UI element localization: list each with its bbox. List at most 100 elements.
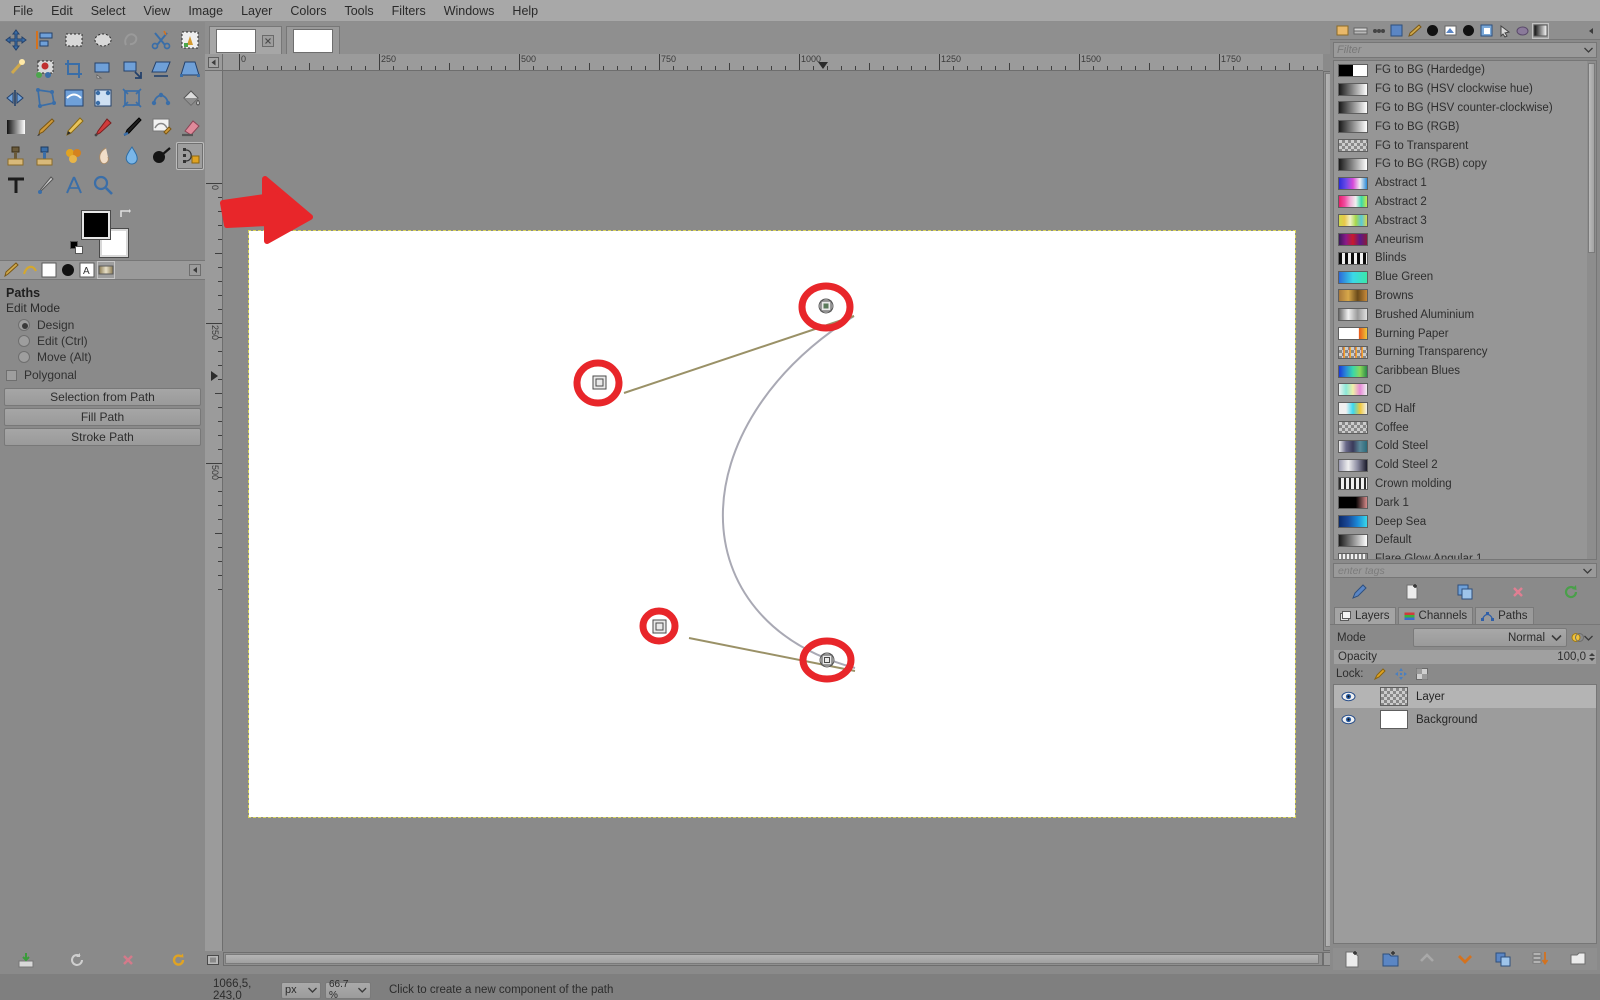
stroke-path-button[interactable]: Stroke Path: [4, 428, 201, 446]
menu-item-view[interactable]: View: [134, 2, 179, 20]
gradient-list-item[interactable]: Default: [1334, 531, 1596, 550]
color-picker-tool[interactable]: [31, 171, 59, 199]
layer-visibility-toggle[interactable]: [1338, 712, 1358, 728]
new-layer-group-icon[interactable]: [1380, 950, 1400, 968]
bucket-fill-tool[interactable]: [176, 84, 204, 112]
gradients-tab[interactable]: [1532, 22, 1549, 39]
vertical-ruler[interactable]: 0 250 500: [205, 71, 223, 951]
gradient-indicator[interactable]: [97, 261, 115, 279]
edit-mode-move[interactable]: Move (Alt): [0, 349, 205, 365]
gradient-list-scrollbar[interactable]: [1587, 61, 1596, 559]
opacity-spinner[interactable]: [1588, 650, 1596, 664]
canvas-page[interactable]: [248, 230, 1296, 818]
opacity-row[interactable]: Opacity 100,0: [1333, 649, 1597, 665]
gradient-list-item[interactable]: Crown molding: [1334, 475, 1596, 494]
gradient-list-item[interactable]: Brushed Aluminium: [1334, 305, 1596, 324]
clone-tool[interactable]: [2, 142, 30, 170]
brushes-tab[interactable]: [1334, 23, 1351, 39]
fonts-tab[interactable]: [1460, 23, 1477, 39]
mode-dropdown[interactable]: Normal: [1413, 628, 1567, 647]
rotate-tool[interactable]: [89, 55, 117, 83]
gradient-list[interactable]: FG to BG (Hardedge) FG to BG (HSV clockwi…: [1333, 60, 1597, 560]
image-tab-1[interactable]: [209, 26, 282, 54]
gradient-list-item[interactable]: Caribbean Blues: [1334, 362, 1596, 381]
selection-from-path-button[interactable]: Selection from Path: [4, 388, 201, 406]
layer-mode-extras[interactable]: [1567, 631, 1597, 644]
delete-gradient-icon[interactable]: [1509, 583, 1527, 601]
font-indicator[interactable]: A: [78, 261, 96, 279]
gradient-list-item[interactable]: Cold Steel: [1334, 437, 1596, 456]
save-tool-preset-icon[interactable]: [17, 951, 35, 969]
menu-item-layer[interactable]: Layer: [232, 2, 281, 20]
heal-tool[interactable]: [31, 142, 59, 170]
flip-tool[interactable]: [2, 84, 30, 112]
duplicate-layer-icon[interactable]: [1493, 950, 1513, 968]
pencil-tool[interactable]: [60, 113, 88, 141]
canvas-viewport[interactable]: [223, 71, 1323, 951]
tool-presets-tab[interactable]: [1442, 23, 1459, 39]
pattern-indicator[interactable]: [40, 261, 58, 279]
pointer-tab[interactable]: [1496, 23, 1513, 39]
layer-visibility-toggle[interactable]: [1338, 689, 1358, 705]
eraser-tool[interactable]: [176, 113, 204, 141]
indicator-menu-icon[interactable]: [189, 264, 201, 276]
brush-indicator[interactable]: [2, 261, 20, 279]
refresh-gradients-icon[interactable]: [1562, 583, 1580, 601]
alignment-tool[interactable]: [31, 26, 59, 54]
palette-indicator[interactable]: [59, 261, 77, 279]
move-tool[interactable]: [2, 26, 30, 54]
ink-tool[interactable]: [118, 113, 146, 141]
paintbrush-tool[interactable]: [31, 113, 59, 141]
gradient-list-item[interactable]: Dark 1: [1334, 493, 1596, 512]
anchor-layer-icon[interactable]: [1530, 950, 1550, 968]
buffers-tab[interactable]: [1478, 23, 1495, 39]
gradient-list-item[interactable]: Abstract 3: [1334, 211, 1596, 230]
gradient-list-item[interactable]: FG to BG (Hardedge): [1334, 61, 1596, 80]
unified-transform-tool[interactable]: [118, 84, 146, 112]
rectangle-select-tool[interactable]: [60, 26, 88, 54]
menu-item-filters[interactable]: Filters: [383, 2, 435, 20]
gradient-filter-bar[interactable]: Filter: [1333, 42, 1597, 58]
tag-input[interactable]: enter tags: [1338, 565, 1583, 577]
paint-dynamics-tab[interactable]: [1406, 23, 1423, 39]
delete-tool-preset-icon[interactable]: [119, 951, 137, 969]
handle-transform-tool[interactable]: [89, 84, 117, 112]
gradient-list-item[interactable]: Blue Green: [1334, 268, 1596, 287]
menu-item-windows[interactable]: Windows: [435, 2, 504, 20]
foreground-background-colors[interactable]: [70, 209, 131, 257]
scissors-select-tool[interactable]: [147, 26, 175, 54]
edit-mode-design[interactable]: Design: [0, 317, 205, 333]
menu-item-tools[interactable]: Tools: [335, 2, 382, 20]
gradient-list-item[interactable]: Burning Paper: [1334, 324, 1596, 343]
menu-item-image[interactable]: Image: [179, 2, 232, 20]
fuzzy-select-tool[interactable]: [2, 55, 30, 83]
quick-mask-toggle[interactable]: [205, 952, 221, 968]
radio-move-icon[interactable]: [18, 351, 30, 363]
n-point-deformation-tool[interactable]: [147, 84, 175, 112]
measure-tool[interactable]: [60, 171, 88, 199]
restore-tool-preset-icon[interactable]: [68, 951, 86, 969]
gradient-list-item[interactable]: Browns: [1334, 287, 1596, 306]
new-layer-icon[interactable]: [1342, 950, 1362, 968]
gradient-list-item[interactable]: Flare Glow Angular 1: [1334, 550, 1596, 559]
edit-gradient-icon[interactable]: [1350, 583, 1368, 601]
menu-item-colors[interactable]: Colors: [281, 2, 335, 20]
gradient-list-item[interactable]: Abstract 2: [1334, 193, 1596, 212]
ruler-corner-button[interactable]: [205, 54, 223, 71]
layer-row[interactable]: Background: [1334, 708, 1596, 731]
fill-path-button[interactable]: Fill Path: [4, 408, 201, 426]
warp-transform-tool[interactable]: [60, 84, 88, 112]
shear-tool[interactable]: [147, 55, 175, 83]
lock-position-icon[interactable]: [1393, 666, 1409, 682]
layer-row[interactable]: Layer: [1334, 685, 1596, 708]
gradient-list-item[interactable]: Abstract 1: [1334, 174, 1596, 193]
perspective-clone-tool[interactable]: [60, 142, 88, 170]
gradient-list-item[interactable]: FG to BG (RGB) copy: [1334, 155, 1596, 174]
new-gradient-icon[interactable]: [1403, 583, 1421, 601]
gradient-tag-bar[interactable]: enter tags: [1333, 563, 1597, 578]
perspective-tool[interactable]: [176, 55, 204, 83]
gradient-list-item[interactable]: FG to Transparent: [1334, 136, 1596, 155]
tab-paths[interactable]: Paths: [1475, 607, 1534, 624]
gradient-tool[interactable]: [2, 113, 30, 141]
palettes-tab[interactable]: [1424, 23, 1441, 39]
